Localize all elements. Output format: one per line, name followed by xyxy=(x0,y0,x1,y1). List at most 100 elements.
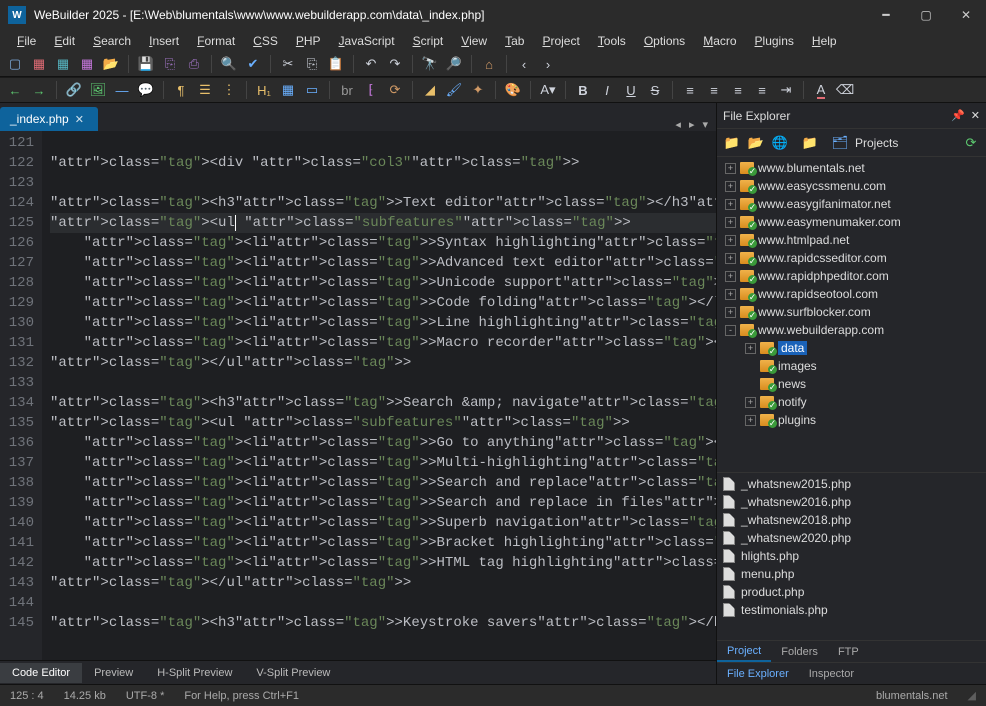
projects-icon[interactable]: 🗂 xyxy=(831,134,849,152)
font-color-icon[interactable]: A xyxy=(812,81,830,99)
format-icon[interactable]: ✦ xyxy=(469,81,487,99)
pin-icon[interactable]: 📌 xyxy=(951,109,965,122)
menu-help[interactable]: Help xyxy=(805,32,844,50)
folder-www-blumentals-net[interactable]: +www.blumentals.net xyxy=(717,159,986,177)
list-icon[interactable]: ☰ xyxy=(196,81,214,99)
spellcheck-icon[interactable]: ✔ xyxy=(244,55,262,73)
menu-format[interactable]: Format xyxy=(190,32,242,50)
brush-icon[interactable]: 🖌 xyxy=(445,81,463,99)
folder-news[interactable]: news xyxy=(717,375,986,393)
bold-icon[interactable]: B xyxy=(574,81,592,99)
italic-icon[interactable]: I xyxy=(598,81,616,99)
open-icon[interactable]: 📂 xyxy=(102,55,120,73)
folder-www-rapidseotool-com[interactable]: +www.rapidseotool.com xyxy=(717,285,986,303)
find-in-files-icon[interactable]: 🔎 xyxy=(445,55,463,73)
forward-icon[interactable]: → xyxy=(30,81,48,99)
align-left-icon[interactable]: ≡ xyxy=(681,81,699,99)
menu-project[interactable]: Project xyxy=(535,32,586,50)
folder-www-htmlpad-net[interactable]: +www.htmlpad.net xyxy=(717,231,986,249)
new-icon[interactable]: ▢ xyxy=(6,55,24,73)
menu-macro[interactable]: Macro xyxy=(696,32,743,50)
refresh-icon[interactable]: ⟳ xyxy=(386,81,404,99)
binoculars-icon[interactable]: 🔭 xyxy=(421,55,439,73)
save-as-icon[interactable]: ⎙ xyxy=(185,55,203,73)
project-tab-ftp[interactable]: FTP xyxy=(828,643,869,661)
align-justify-icon[interactable]: ≡ xyxy=(753,81,771,99)
tab-close-icon[interactable]: ✕ xyxy=(75,113,84,126)
align-center-icon[interactable]: ≡ xyxy=(705,81,723,99)
align-right-icon[interactable]: ≡ xyxy=(729,81,747,99)
tab-next-icon[interactable]: ▸ xyxy=(689,118,695,131)
redo-icon[interactable]: ↷ xyxy=(386,55,404,73)
cut-icon[interactable]: ✂ xyxy=(279,55,297,73)
folder-open-icon[interactable]: 📂 xyxy=(747,134,765,152)
menu-php[interactable]: PHP xyxy=(289,32,328,50)
panel-tab-inspector[interactable]: Inspector xyxy=(799,665,864,683)
paste-icon[interactable]: 📋 xyxy=(327,55,345,73)
folder-www-easygifanimator-net[interactable]: +www.easygifanimator.net xyxy=(717,195,986,213)
folder-www-rapidcsseditor-com[interactable]: +www.rapidcsseditor.com xyxy=(717,249,986,267)
menu-css[interactable]: CSS xyxy=(246,32,285,50)
copy-icon[interactable]: ⎘ xyxy=(303,55,321,73)
code-content[interactable]: "attr">class="tag"><div "attr">class="co… xyxy=(42,131,716,660)
resize-grip-icon[interactable]: ◢ xyxy=(968,689,976,702)
heading-icon[interactable]: H₁ xyxy=(255,81,273,99)
file-_whatsnew2018-php[interactable]: _whatsnew2018.php xyxy=(717,511,986,529)
comment-icon[interactable]: 💬 xyxy=(137,81,155,99)
br-icon[interactable]: br xyxy=(338,81,356,99)
folder-icon[interactable]: 📁 xyxy=(723,134,741,152)
project-tab-project[interactable]: Project xyxy=(717,642,771,662)
save-icon[interactable]: 💾 xyxy=(137,55,155,73)
folder-www-surfblocker-com[interactable]: +www.surfblocker.com xyxy=(717,303,986,321)
code-editor[interactable]: 1211221231241251261271281291301311321331… xyxy=(0,131,716,660)
file-_whatsnew2016-php[interactable]: _whatsnew2016.php xyxy=(717,493,986,511)
menu-plugins[interactable]: Plugins xyxy=(748,32,801,50)
html-icon[interactable]: ▦ xyxy=(30,55,48,73)
folder-data[interactable]: +data xyxy=(717,339,986,357)
indent-icon[interactable]: ⇥ xyxy=(777,81,795,99)
minimize-button[interactable]: ━ xyxy=(866,0,906,30)
css-icon[interactable]: ▦ xyxy=(54,55,72,73)
strike-icon[interactable]: S xyxy=(646,81,664,99)
project-tab-folders[interactable]: Folders xyxy=(771,643,828,661)
file-product-php[interactable]: product.php xyxy=(717,583,986,601)
undo-icon[interactable]: ↶ xyxy=(362,55,380,73)
folder-www-webuilderapp-com[interactable]: -www.webuilderapp.com xyxy=(717,321,986,339)
folder-www-easycssmenu-com[interactable]: +www.easycssmenu.com xyxy=(717,177,986,195)
chevron-right-icon[interactable]: › xyxy=(539,55,557,73)
link-icon[interactable]: 🔗 xyxy=(65,81,83,99)
paragraph-icon[interactable]: ¶ xyxy=(172,81,190,99)
file-hlights-php[interactable]: hlights.php xyxy=(717,547,986,565)
form-icon[interactable]: ▭ xyxy=(303,81,321,99)
menu-search[interactable]: Search xyxy=(86,32,138,50)
mode-tab-h-split-preview[interactable]: H-Split Preview xyxy=(145,663,244,683)
new-folder-icon[interactable]: 📁 xyxy=(801,134,819,152)
php-tag-icon[interactable]: ⁅ xyxy=(362,81,380,99)
mode-tab-code-editor[interactable]: Code Editor xyxy=(0,663,82,683)
mode-tab-v-split-preview[interactable]: V-Split Preview xyxy=(244,663,342,683)
image-icon[interactable]: 🖼 xyxy=(89,81,107,99)
hr-icon[interactable]: — xyxy=(113,81,131,99)
save-all-icon[interactable]: ⎘ xyxy=(161,55,179,73)
mode-tab-preview[interactable]: Preview xyxy=(82,663,145,683)
panel-tab-file-explorer[interactable]: File Explorer xyxy=(717,665,799,683)
menu-tools[interactable]: Tools xyxy=(591,32,633,50)
menu-edit[interactable]: Edit xyxy=(47,32,82,50)
maximize-button[interactable]: ▢ xyxy=(906,0,946,30)
tab-index-php[interactable]: _index.php ✕ xyxy=(0,107,98,131)
color-picker-icon[interactable]: 🎨 xyxy=(504,81,522,99)
globe-icon[interactable]: 🌐 xyxy=(771,134,789,152)
folder-images[interactable]: images xyxy=(717,357,986,375)
clear-format-icon[interactable]: ⌫ xyxy=(836,81,854,99)
sync-icon[interactable]: ⟳ xyxy=(962,134,980,152)
projects-label[interactable]: Projects xyxy=(855,136,898,150)
menu-insert[interactable]: Insert xyxy=(142,32,186,50)
menu-file[interactable]: File xyxy=(10,32,43,50)
tab-menu-icon[interactable]: ▾ xyxy=(702,118,708,131)
file-testimonials-php[interactable]: testimonials.php xyxy=(717,601,986,619)
table-icon[interactable]: ▦ xyxy=(279,81,297,99)
folder-tree[interactable]: +www.blumentals.net+www.easycssmenu.com+… xyxy=(717,157,986,472)
tab-prev-icon[interactable]: ◂ xyxy=(675,118,681,131)
folder-www-rapidphpeditor-com[interactable]: +www.rapidphpeditor.com xyxy=(717,267,986,285)
folder-www-easymenumaker-com[interactable]: +www.easymenumaker.com xyxy=(717,213,986,231)
